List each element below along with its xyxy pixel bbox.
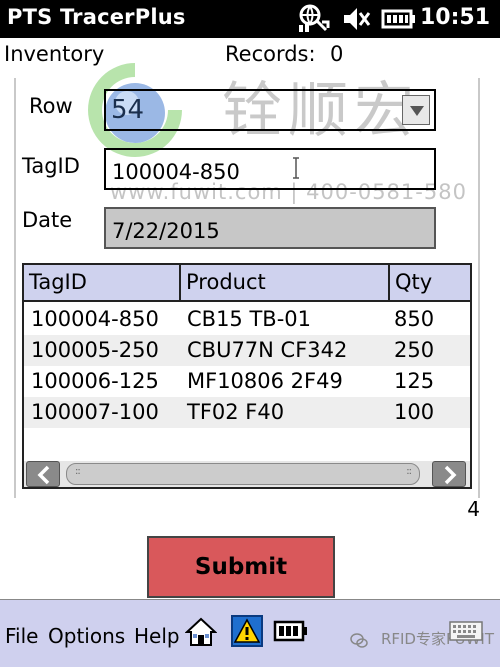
grip-icon: :: (406, 466, 412, 477)
row-value: 54 (111, 95, 145, 125)
scroll-left-button[interactable] (26, 461, 60, 487)
cell-tagid: 100006-125 (31, 369, 159, 393)
cell-product: MF10806 2F49 (187, 369, 343, 393)
chevron-right-icon (444, 465, 457, 485)
chevron-down-icon[interactable] (402, 95, 430, 125)
battery-status-icon (273, 620, 307, 642)
menu-help[interactable]: Help (134, 624, 180, 648)
table-row[interactable]: 100006-125 MF10806 2F49 125 (24, 366, 470, 397)
column-header-product[interactable]: Product (181, 265, 390, 302)
app-title: PTS TracerPlus (7, 5, 186, 29)
text-cursor-icon (293, 157, 299, 179)
warning-icon[interactable] (231, 615, 263, 647)
grip-icon: :: (75, 466, 81, 477)
cell-qty: 250 (394, 338, 435, 362)
scroll-right-button[interactable] (432, 461, 466, 487)
tagid-input[interactable]: 100004-850 (104, 148, 436, 190)
cell-qty: 100 (394, 400, 435, 424)
date-field: 7/22/2015 (104, 207, 436, 249)
title-bar: PTS TracerPlus 10:51 (0, 0, 500, 38)
keyboard-icon[interactable] (449, 621, 483, 641)
cell-product: CBU77N CF342 (187, 338, 348, 362)
record-count: 4 (467, 497, 480, 521)
row-label: Row (29, 94, 73, 118)
menu-bar: File Options Help RFID专家FUWIT (0, 599, 500, 667)
menu-file[interactable]: File (5, 624, 38, 648)
cell-tagid: 100007-100 (31, 400, 159, 424)
horizontal-scrollbar[interactable]: :: :: (24, 461, 470, 487)
tagid-label: TagID (22, 154, 80, 178)
grid-header: TagID Product Qty (24, 265, 470, 302)
table-row[interactable]: 100004-850 CB15 TB-01 850 (24, 304, 470, 335)
clock[interactable]: 10:51 (420, 5, 490, 30)
date-label: Date (22, 208, 73, 232)
cell-tagid: 100004-850 (31, 307, 159, 331)
cell-qty: 125 (394, 369, 435, 393)
home-icon[interactable] (185, 616, 217, 648)
cell-product: TF02 F40 (187, 400, 285, 424)
column-header-tagid[interactable]: TagID (24, 265, 181, 302)
row-dropdown[interactable]: 54 (104, 89, 436, 131)
submit-button[interactable]: Submit (147, 536, 335, 598)
cell-qty: 850 (394, 307, 435, 331)
inventory-grid[interactable]: TagID Product Qty 100004-850 CB15 TB-01 … (22, 263, 472, 489)
wechat-icon (350, 633, 368, 648)
connectivity-icon[interactable] (296, 4, 330, 34)
cell-product: CB15 TB-01 (187, 307, 312, 331)
menu-options[interactable]: Options (48, 624, 125, 648)
scrollbar-thumb[interactable]: :: :: (66, 463, 420, 485)
chevron-left-icon (37, 465, 50, 485)
table-row[interactable]: 100005-250 CBU77N CF342 250 (24, 335, 470, 366)
battery-icon[interactable] (381, 4, 417, 34)
cell-tagid: 100005-250 (31, 338, 159, 362)
table-row[interactable]: 100007-100 TF02 F40 100 (24, 397, 470, 428)
volume-icon[interactable] (341, 4, 371, 34)
column-header-qty[interactable]: Qty (390, 265, 470, 302)
